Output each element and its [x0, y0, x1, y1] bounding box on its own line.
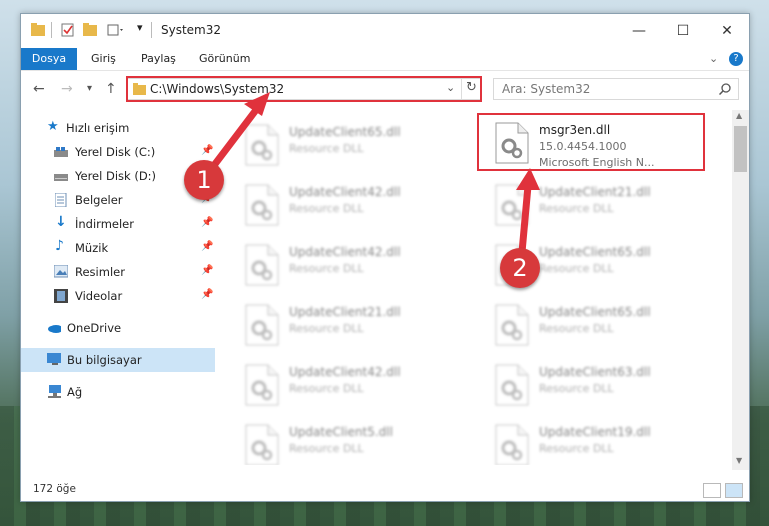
arrow-2 — [518, 182, 532, 256]
annotation-arrows — [208, 92, 540, 256]
arrow-1-head — [244, 92, 270, 116]
arrow-1 — [208, 106, 260, 172]
step-marker-2: 2 — [500, 248, 540, 288]
step-marker-1: 1 — [184, 160, 224, 200]
arrow-2-head — [516, 168, 540, 190]
